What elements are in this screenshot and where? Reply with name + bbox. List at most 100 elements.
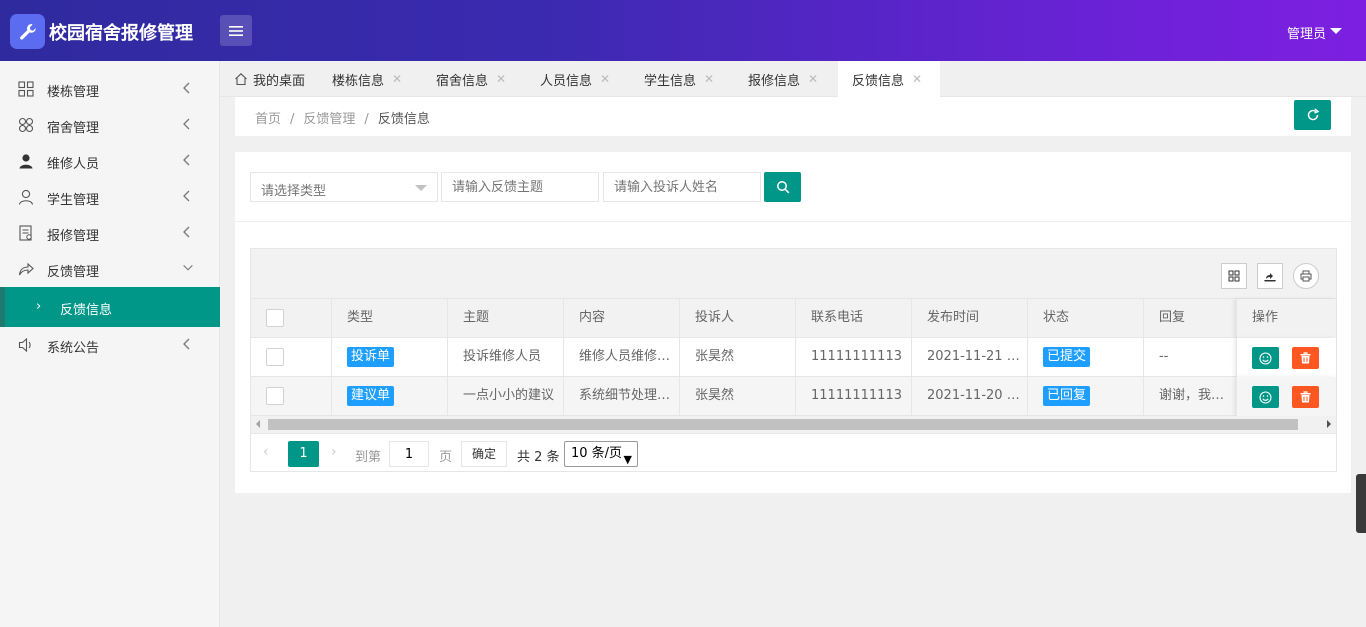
reply-button[interactable] <box>1252 347 1279 369</box>
sidebar-item-dorms[interactable]: 宿舍管理 <box>0 107 220 143</box>
tab-staff[interactable]: 人员信息 ✕ <box>540 61 610 97</box>
close-icon[interactable]: ✕ <box>600 72 610 86</box>
sidebar-subitem-label: 反馈信息 <box>60 303 113 318</box>
horizontal-scrollbar[interactable] <box>251 416 1336 433</box>
speaker-icon <box>18 337 31 353</box>
person-outline-icon <box>18 189 34 205</box>
row-checkbox[interactable] <box>266 348 284 366</box>
chevron-left-icon <box>183 338 190 350</box>
sidebar-item-buildings[interactable]: 楼栋管理 <box>0 71 220 107</box>
form-icon <box>19 225 32 241</box>
sidebar-item-label: 宿舍管理 <box>47 121 100 136</box>
sidebar-item-students[interactable]: 学生管理 <box>0 179 220 215</box>
scroll-right-arrow-icon[interactable] <box>1327 420 1331 428</box>
menu-toggle-button[interactable] <box>220 15 252 46</box>
tab-dorms[interactable]: 宿舍信息 ✕ <box>436 61 506 97</box>
subject-cell: 一点小小的建议 <box>448 377 564 416</box>
select-all-checkbox[interactable] <box>266 309 284 327</box>
tab-label: 楼栋信息 <box>332 73 385 89</box>
table-row[interactable]: 投诉单 投诉维修人员 维修人员维修… 张昊然 11111111113 2021-… <box>251 338 1336 377</box>
close-icon[interactable]: ✕ <box>496 72 506 86</box>
sidebar-item-repairs[interactable]: 报修管理 <box>0 215 220 251</box>
content-cell: 维修人员维修… <box>564 338 680 377</box>
column-header[interactable]: 主题 <box>448 299 564 338</box>
column-header[interactable]: 发布时间 <box>912 299 1028 338</box>
close-icon[interactable]: ✕ <box>704 72 714 86</box>
subject-input[interactable] <box>441 172 599 202</box>
page-size-select[interactable]: 10 条/页 ▼ <box>564 441 638 467</box>
sidebar-subitem-feedback-info[interactable]: › 反馈信息 <box>0 287 220 327</box>
delete-button[interactable] <box>1292 347 1319 369</box>
sidebar-item-repairers[interactable]: 维修人员 <box>0 143 220 179</box>
main-card: 请选择类型 类型 主题 内容 投诉人 <box>235 152 1351 493</box>
scrollbar-thumb[interactable] <box>268 419 1298 430</box>
sidebar-item-label: 系统公告 <box>47 341 100 356</box>
next-page-icon[interactable]: › <box>331 444 337 460</box>
tab-repairs[interactable]: 报修信息 ✕ <box>748 61 818 97</box>
close-icon[interactable]: ✕ <box>912 72 922 86</box>
hamburger-icon <box>229 25 243 36</box>
scroll-left-arrow-icon[interactable] <box>256 420 260 428</box>
breadcrumb-bar: 首页 / 反馈管理 / 反馈信息 <box>235 97 1351 136</box>
complainant-cell: 张昊然 <box>680 338 796 377</box>
column-header[interactable]: 联系电话 <box>796 299 912 338</box>
search-button[interactable] <box>764 172 801 202</box>
table-row[interactable]: 建议单 一点小小的建议 系统细节处理… 张昊然 11111111113 2021… <box>251 377 1336 416</box>
close-icon[interactable]: ✕ <box>808 72 818 86</box>
tab-buildings[interactable]: 楼栋信息 ✕ <box>332 61 402 97</box>
column-header[interactable]: 内容 <box>564 299 680 338</box>
type-cell: 投诉单 <box>332 338 448 377</box>
current-page[interactable]: 1 <box>288 441 319 467</box>
column-header[interactable]: 类型 <box>332 299 448 338</box>
chevron-left-icon <box>183 82 190 94</box>
close-icon[interactable]: ✕ <box>392 72 402 86</box>
tab-label: 人员信息 <box>540 73 593 89</box>
print-button[interactable] <box>1293 263 1319 289</box>
tab-home[interactable]: 我的桌面 <box>234 61 305 97</box>
breadcrumb-section[interactable]: 反馈管理 <box>303 112 355 127</box>
column-header: 操作 <box>1252 310 1279 325</box>
breadcrumb-home[interactable]: 首页 <box>255 112 281 127</box>
delete-button[interactable] <box>1292 386 1319 408</box>
subject-cell: 投诉维修人员 <box>448 338 564 377</box>
chevron-down-icon <box>183 264 193 271</box>
column-header[interactable]: 状态 <box>1028 299 1144 338</box>
reply-button[interactable] <box>1252 386 1279 408</box>
user-menu[interactable]: 管理员 <box>1287 23 1326 42</box>
caret-down-icon <box>415 185 427 191</box>
tab-feedback[interactable]: 反馈信息 ✕ <box>838 61 940 97</box>
tab-label: 我的桌面 <box>253 73 306 89</box>
sidebar-item-feedback[interactable]: 反馈管理 <box>0 251 220 287</box>
side-widget[interactable] <box>1356 474 1366 533</box>
smile-icon <box>1259 351 1272 365</box>
refresh-button[interactable] <box>1294 100 1331 130</box>
content-cell: 系统细节处理… <box>564 377 680 416</box>
column-header[interactable]: 投诉人 <box>680 299 796 338</box>
tab-label: 反馈信息 <box>852 73 905 89</box>
export-button[interactable] <box>1257 263 1283 289</box>
goto-page-input[interactable] <box>389 441 429 467</box>
tab-students[interactable]: 学生信息 ✕ <box>644 61 714 97</box>
table-header-row: 类型 主题 内容 投诉人 联系电话 发布时间 状态 回复 操作 <box>251 299 1336 338</box>
data-table: 类型 主题 内容 投诉人 联系电话 发布时间 状态 回复 操作 投诉单 投诉维修… <box>250 248 1337 472</box>
row-checkbox[interactable] <box>266 387 284 405</box>
select-all-cell <box>251 299 332 338</box>
complainant-name-input[interactable] <box>603 172 761 202</box>
type-select[interactable]: 请选择类型 <box>250 172 438 202</box>
columns-filter-button[interactable] <box>1221 263 1247 289</box>
caret-down-icon[interactable] <box>1330 28 1342 34</box>
sidebar-item-announcements[interactable]: 系统公告 <box>0 327 220 363</box>
sidebar-item-label: 反馈管理 <box>47 265 100 280</box>
sidebar-item-label: 维修人员 <box>47 157 100 172</box>
chevron-left-icon <box>183 154 190 166</box>
search-icon <box>776 181 789 194</box>
goto-confirm-button[interactable]: 确定 <box>461 441 507 467</box>
chevron-right-icon: › <box>36 299 42 314</box>
ops-cell <box>1236 377 1336 416</box>
active-indicator <box>0 287 5 327</box>
page-unit-label: 页 <box>439 450 453 465</box>
grid-icon <box>18 81 34 97</box>
prev-page-icon[interactable]: ‹ <box>263 444 269 460</box>
type-badge: 投诉单 <box>347 347 395 367</box>
column-header[interactable]: 回复 <box>1144 299 1236 338</box>
